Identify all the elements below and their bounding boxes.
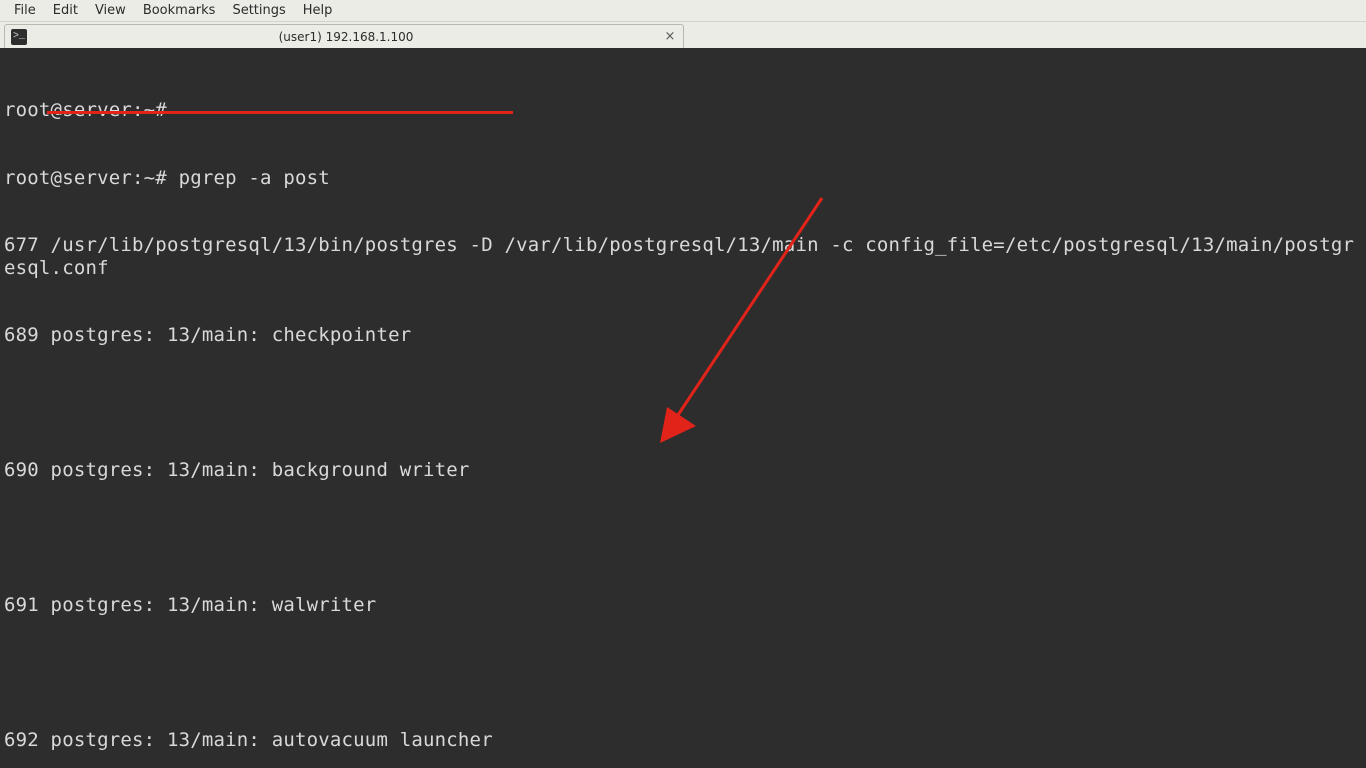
menu-file[interactable]: File: [7, 1, 43, 20]
menu-settings[interactable]: Settings: [225, 1, 292, 20]
tab-title: (user1) 192.168.1.100: [35, 30, 683, 44]
tab-close-button[interactable]: ×: [663, 29, 677, 43]
terminal-icon-glyph: >_: [13, 32, 25, 42]
menu-help[interactable]: Help: [296, 1, 340, 20]
terminal-line: 692 postgres: 13/main: autovacuum launch…: [4, 729, 1366, 752]
terminal-icon: >_: [11, 29, 27, 45]
terminal-line: 689 postgres: 13/main: checkpointer: [4, 324, 1366, 347]
terminal-pane[interactable]: root@server:~# root@server:~# pgrep -a p…: [0, 48, 1366, 768]
terminal-line: 677 /usr/lib/postgresql/13/bin/postgres …: [4, 234, 1362, 279]
terminal-tab[interactable]: >_ (user1) 192.168.1.100 ×: [4, 24, 684, 48]
terminal-line: 691 postgres: 13/main: walwriter: [4, 594, 1366, 617]
menu-bar: File Edit View Bookmarks Settings Help: [0, 0, 1366, 22]
close-icon: ×: [665, 29, 676, 44]
menu-bookmarks[interactable]: Bookmarks: [136, 1, 223, 20]
terminal-line: 690 postgres: 13/main: background writer: [4, 459, 1366, 482]
terminal-line: root@server:~# pgrep -a post: [4, 167, 1366, 190]
menu-view[interactable]: View: [88, 1, 133, 20]
menu-edit[interactable]: Edit: [46, 1, 85, 20]
annotation-underline: [47, 111, 513, 114]
tab-bar: >_ (user1) 192.168.1.100 ×: [0, 22, 1366, 48]
